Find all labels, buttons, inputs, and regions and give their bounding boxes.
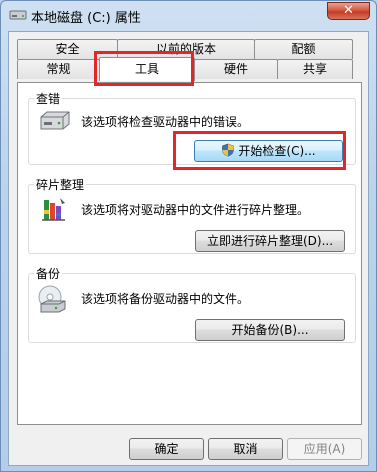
annotation-box-tools-tab — [94, 51, 194, 86]
apply-button[interactable]: 应用(A) — [287, 438, 362, 460]
tab-label: 配额 — [291, 42, 316, 56]
defrag-icon — [42, 198, 65, 221]
button-label: 立即进行碎片整理(D)... — [206, 234, 334, 248]
backup-group: 备份 该选项将备份驱动器中的文件。 开始备份(B)... — [28, 265, 356, 343]
button-label: 开始备份(B)... — [231, 323, 309, 337]
group-description: 该选项将备份驱动器中的文件。 — [81, 292, 250, 306]
group-description: 该选项将检查驱动器中的错误。 — [81, 115, 250, 129]
properties-window: 本地磁盘 (C:) 属性 ✕ 安全 以前的版本 配额 常规 工具 硬件 共享 查… — [0, 0, 377, 472]
tab-quota[interactable]: 配额 — [254, 39, 353, 59]
ok-button[interactable]: 确定 — [129, 438, 204, 460]
tab-label: 常规 — [46, 62, 71, 76]
button-label: 确定 — [154, 442, 179, 456]
drive-title-icon — [9, 10, 27, 20]
tab-label: 硬件 — [223, 62, 248, 76]
drive-icon — [40, 111, 70, 130]
defrag-now-button[interactable]: 立即进行碎片整理(D)... — [195, 230, 345, 252]
group-title: 碎片整理 — [34, 176, 87, 193]
tab-sharing[interactable]: 共享 — [277, 59, 353, 79]
close-button[interactable]: ✕ — [327, 2, 370, 20]
tab-hardware[interactable]: 硬件 — [194, 59, 278, 79]
tab-label: 共享 — [302, 62, 327, 76]
backup-icon — [38, 285, 66, 313]
title-bar[interactable]: 本地磁盘 (C:) 属性 ✕ — [1, 1, 376, 29]
close-icon: ✕ — [343, 3, 354, 18]
group-title: 查错 — [34, 90, 63, 107]
start-backup-button[interactable]: 开始备份(B)... — [195, 319, 345, 341]
dialog-client-area: 安全 以前的版本 配额 常规 工具 硬件 共享 查错 该选项将检查驱动器中的错误… — [8, 31, 369, 466]
window-title: 本地磁盘 (C:) 属性 — [31, 11, 141, 26]
tab-label: 安全 — [55, 42, 80, 56]
button-label: 取消 — [233, 442, 258, 456]
cancel-button[interactable]: 取消 — [208, 438, 283, 460]
group-title: 备份 — [34, 265, 63, 282]
button-label: 应用(A) — [303, 442, 346, 456]
annotation-box-start-check — [173, 131, 346, 170]
defrag-group: 碎片整理 该选项将对驱动器中的文件进行碎片整理。 立即进行碎片整理(D)... — [28, 176, 356, 254]
tab-general[interactable]: 常规 — [17, 59, 100, 79]
group-description: 该选项将对驱动器中的文件进行碎片整理。 — [81, 203, 310, 217]
